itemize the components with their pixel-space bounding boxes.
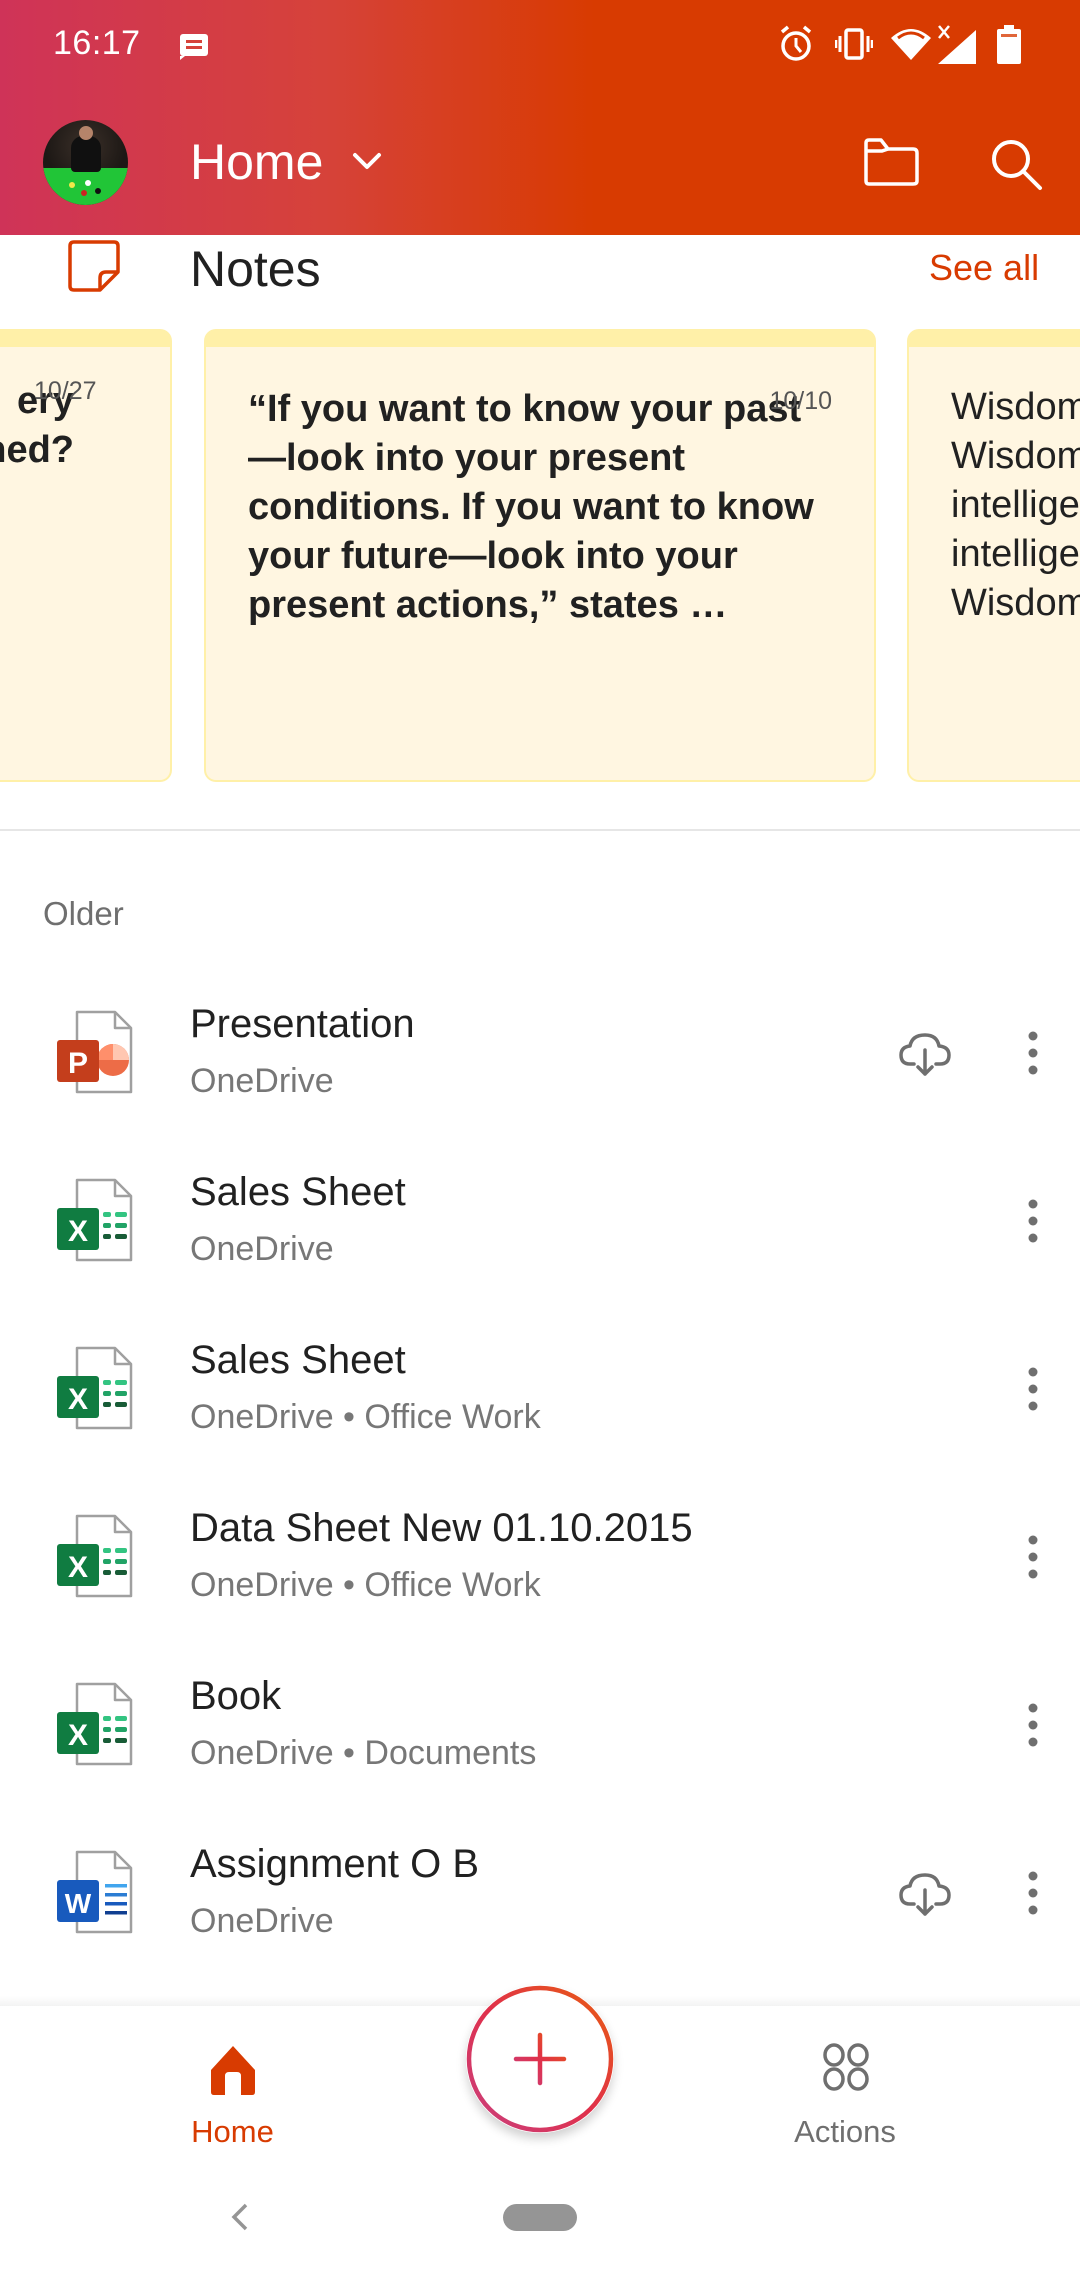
file-row[interactable]: X Sales Sheet OneDrive bbox=[0, 1158, 1080, 1326]
see-all-notes-link[interactable]: See all bbox=[929, 247, 1039, 289]
note-text-line: intellige bbox=[951, 533, 1080, 575]
file-location: OneDrive bbox=[190, 1230, 334, 1268]
nav-tab-home[interactable]: Home bbox=[150, 2026, 315, 2149]
system-back-icon[interactable] bbox=[228, 2202, 250, 2232]
app-header: 16:17 Home bbox=[0, 0, 1080, 235]
avatar-photo-ball bbox=[95, 188, 101, 194]
avatar-photo-person bbox=[71, 136, 101, 172]
avatar-photo-head bbox=[79, 126, 93, 140]
chevron-down-icon[interactable] bbox=[352, 150, 382, 172]
older-section-label: Older bbox=[43, 895, 124, 932]
note-card[interactable]: ery shed? 10/27 bbox=[0, 329, 172, 782]
plus-icon bbox=[466, 1985, 614, 2133]
location-title[interactable]: Home bbox=[190, 133, 323, 191]
file-name: Book bbox=[190, 1674, 282, 1718]
file-name: Data Sheet New 01.10.2015 bbox=[190, 1506, 693, 1550]
battery-icon bbox=[997, 25, 1021, 64]
file-row[interactable]: P Presentation OneDrive bbox=[0, 990, 1080, 1158]
word-file-icon: W bbox=[57, 1850, 133, 1934]
alarm-icon bbox=[780, 25, 812, 61]
note-text-line: shed? bbox=[0, 429, 74, 471]
file-location: OneDrive • Office Work bbox=[190, 1566, 541, 1604]
powerpoint-file-icon: P bbox=[57, 1010, 133, 1094]
file-row[interactable]: X Sales Sheet OneDrive • Office Work bbox=[0, 1326, 1080, 1494]
excel-file-icon: X bbox=[57, 1682, 133, 1766]
wifi-icon bbox=[891, 29, 931, 60]
file-location: OneDrive • Documents bbox=[190, 1734, 537, 1772]
cloud-download-icon[interactable] bbox=[898, 1870, 952, 1918]
cloud-download-icon[interactable] bbox=[898, 1030, 952, 1078]
file-location: OneDrive • Office Work bbox=[190, 1398, 541, 1436]
excel-file-icon: X bbox=[57, 1346, 133, 1430]
more-options-icon[interactable] bbox=[1014, 1024, 1052, 1082]
excel-file-icon: X bbox=[57, 1178, 133, 1262]
svg-text:X: X bbox=[68, 1719, 88, 1752]
signal-no-data-icon bbox=[938, 25, 976, 64]
avatar-photo-ball bbox=[69, 182, 75, 188]
actions-grid-icon bbox=[823, 2043, 869, 2091]
note-text-line: Wisdom bbox=[951, 386, 1080, 428]
svg-text:P: P bbox=[68, 1047, 88, 1080]
file-row[interactable]: W Assignment O B OneDrive bbox=[0, 1830, 1080, 1998]
nav-actions-label: Actions bbox=[794, 2114, 896, 2149]
note-date: 10/27 bbox=[34, 377, 97, 405]
file-location: OneDrive bbox=[190, 1062, 334, 1100]
message-icon bbox=[180, 34, 208, 60]
status-time: 16:17 bbox=[53, 24, 141, 62]
notes-section-title: Notes bbox=[190, 241, 321, 297]
svg-text:X: X bbox=[68, 1215, 88, 1248]
nav-home-label: Home bbox=[191, 2114, 274, 2149]
vibrate-icon bbox=[835, 28, 873, 60]
system-home-pill[interactable] bbox=[503, 2204, 577, 2231]
folder-icon[interactable] bbox=[862, 137, 920, 187]
file-name: Presentation bbox=[190, 1002, 415, 1046]
profile-avatar[interactable] bbox=[43, 120, 128, 205]
avatar-photo-ball bbox=[81, 190, 87, 196]
note-text-line: Wisdom bbox=[951, 435, 1080, 477]
file-name: Sales Sheet bbox=[190, 1170, 406, 1214]
svg-text:X: X bbox=[68, 1551, 88, 1584]
file-name: Sales Sheet bbox=[190, 1338, 406, 1382]
more-options-icon[interactable] bbox=[1014, 1192, 1052, 1250]
svg-text:X: X bbox=[68, 1383, 88, 1416]
search-icon[interactable] bbox=[988, 136, 1044, 192]
create-new-button[interactable] bbox=[466, 1985, 614, 2133]
file-row[interactable]: X Book OneDrive • Documents bbox=[0, 1662, 1080, 1830]
note-card[interactable]: Wisdom Wisdom intellige intellige Wisdom bbox=[907, 329, 1080, 782]
sticky-note-icon bbox=[68, 240, 120, 292]
note-text: Wisdom Wisdom intellige intellige Wisdom bbox=[951, 383, 1080, 628]
note-card[interactable]: “If you want to know your past—look into… bbox=[204, 329, 876, 782]
note-text-line: intellige bbox=[951, 484, 1080, 526]
section-divider bbox=[0, 829, 1080, 831]
note-text: “If you want to know your past—look into… bbox=[248, 388, 814, 626]
more-options-icon[interactable] bbox=[1014, 1528, 1052, 1586]
note-text-line: Wisdom bbox=[951, 582, 1080, 624]
file-name: Assignment O B bbox=[190, 1842, 480, 1886]
home-icon bbox=[211, 2046, 255, 2095]
avatar-photo-ball bbox=[85, 180, 91, 186]
svg-text:W: W bbox=[65, 1888, 92, 1919]
more-options-icon[interactable] bbox=[1014, 1864, 1052, 1922]
note-date: 10/10 bbox=[769, 387, 832, 415]
file-location: OneDrive bbox=[190, 1902, 334, 1940]
more-options-icon[interactable] bbox=[1014, 1360, 1052, 1418]
file-row[interactable]: X Data Sheet New 01.10.2015 OneDrive • Off… bbox=[0, 1494, 1080, 1662]
avatar-photo-table bbox=[43, 168, 128, 205]
more-options-icon[interactable] bbox=[1014, 1696, 1052, 1754]
excel-file-icon: X bbox=[57, 1514, 133, 1598]
nav-tab-actions[interactable]: Actions bbox=[760, 2026, 930, 2149]
